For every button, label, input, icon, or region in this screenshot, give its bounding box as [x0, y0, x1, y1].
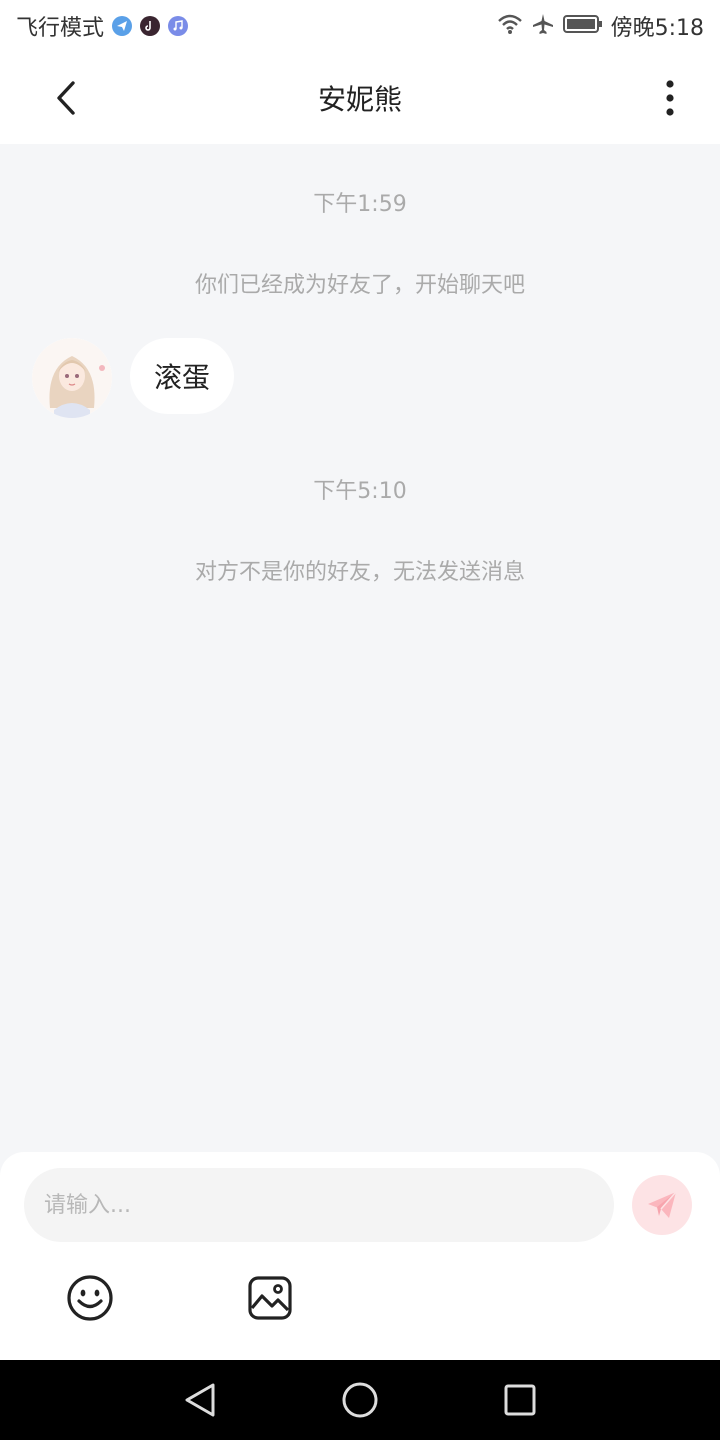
airplane-icon	[531, 12, 555, 40]
avatar[interactable]	[32, 338, 112, 418]
system-message: 你们已经成为好友了，开始聊天吧	[194, 273, 525, 298]
system-message: 对方不是你的好友，无法发送消息	[194, 560, 525, 585]
circle-home-icon	[342, 1382, 378, 1418]
anime-girl-avatar	[32, 338, 112, 418]
message-text: 滚蛋	[154, 361, 211, 394]
status-bar-right: 傍晚5:18	[497, 10, 704, 42]
timestamp: 下午5:10	[313, 479, 407, 504]
back-button[interactable]	[44, 74, 88, 122]
chevron-left-icon	[57, 81, 75, 115]
message-bubble[interactable]: 滚蛋	[130, 338, 235, 414]
status-bar: 飞行模式 傍晚5:18	[0, 0, 720, 52]
timestamp: 下午1:59	[313, 192, 407, 217]
triangle-back-icon	[185, 1383, 215, 1417]
music-icon	[168, 16, 189, 36]
page-title: 安妮熊	[317, 83, 402, 116]
paper-plane-icon	[648, 1191, 677, 1218]
system-navigation-bar	[0, 1360, 720, 1440]
nav-back-button[interactable]	[178, 1378, 222, 1422]
emoji-button[interactable]	[66, 1274, 114, 1322]
image-icon	[248, 1276, 292, 1320]
send-button[interactable]	[632, 1175, 692, 1235]
composer-panel	[0, 1152, 720, 1360]
more-options-button[interactable]	[646, 74, 694, 122]
status-time: 傍晚5:18	[610, 16, 704, 41]
more-vertical-icon	[666, 80, 674, 116]
chat-header: 安妮熊	[0, 52, 720, 144]
message-input[interactable]	[24, 1168, 614, 1242]
chat-message-list[interactable]: 下午1:59 你们已经成为好友了，开始聊天吧 滚蛋 下午5:10 对方不是你的好…	[0, 144, 720, 1152]
status-bar-left: 飞行模式	[16, 10, 189, 42]
wifi-icon	[497, 13, 523, 39]
nav-home-button[interactable]	[338, 1378, 382, 1422]
emoji-icon	[67, 1275, 113, 1321]
square-recents-icon	[504, 1384, 536, 1416]
message-row: 滚蛋	[32, 338, 235, 418]
tiktok-icon	[140, 16, 161, 36]
nav-recents-button[interactable]	[498, 1378, 542, 1422]
battery-icon	[562, 14, 603, 38]
status-airplane-mode-label: 飞行模式	[16, 16, 105, 41]
telegram-icon	[112, 16, 133, 36]
image-button[interactable]	[246, 1274, 294, 1322]
